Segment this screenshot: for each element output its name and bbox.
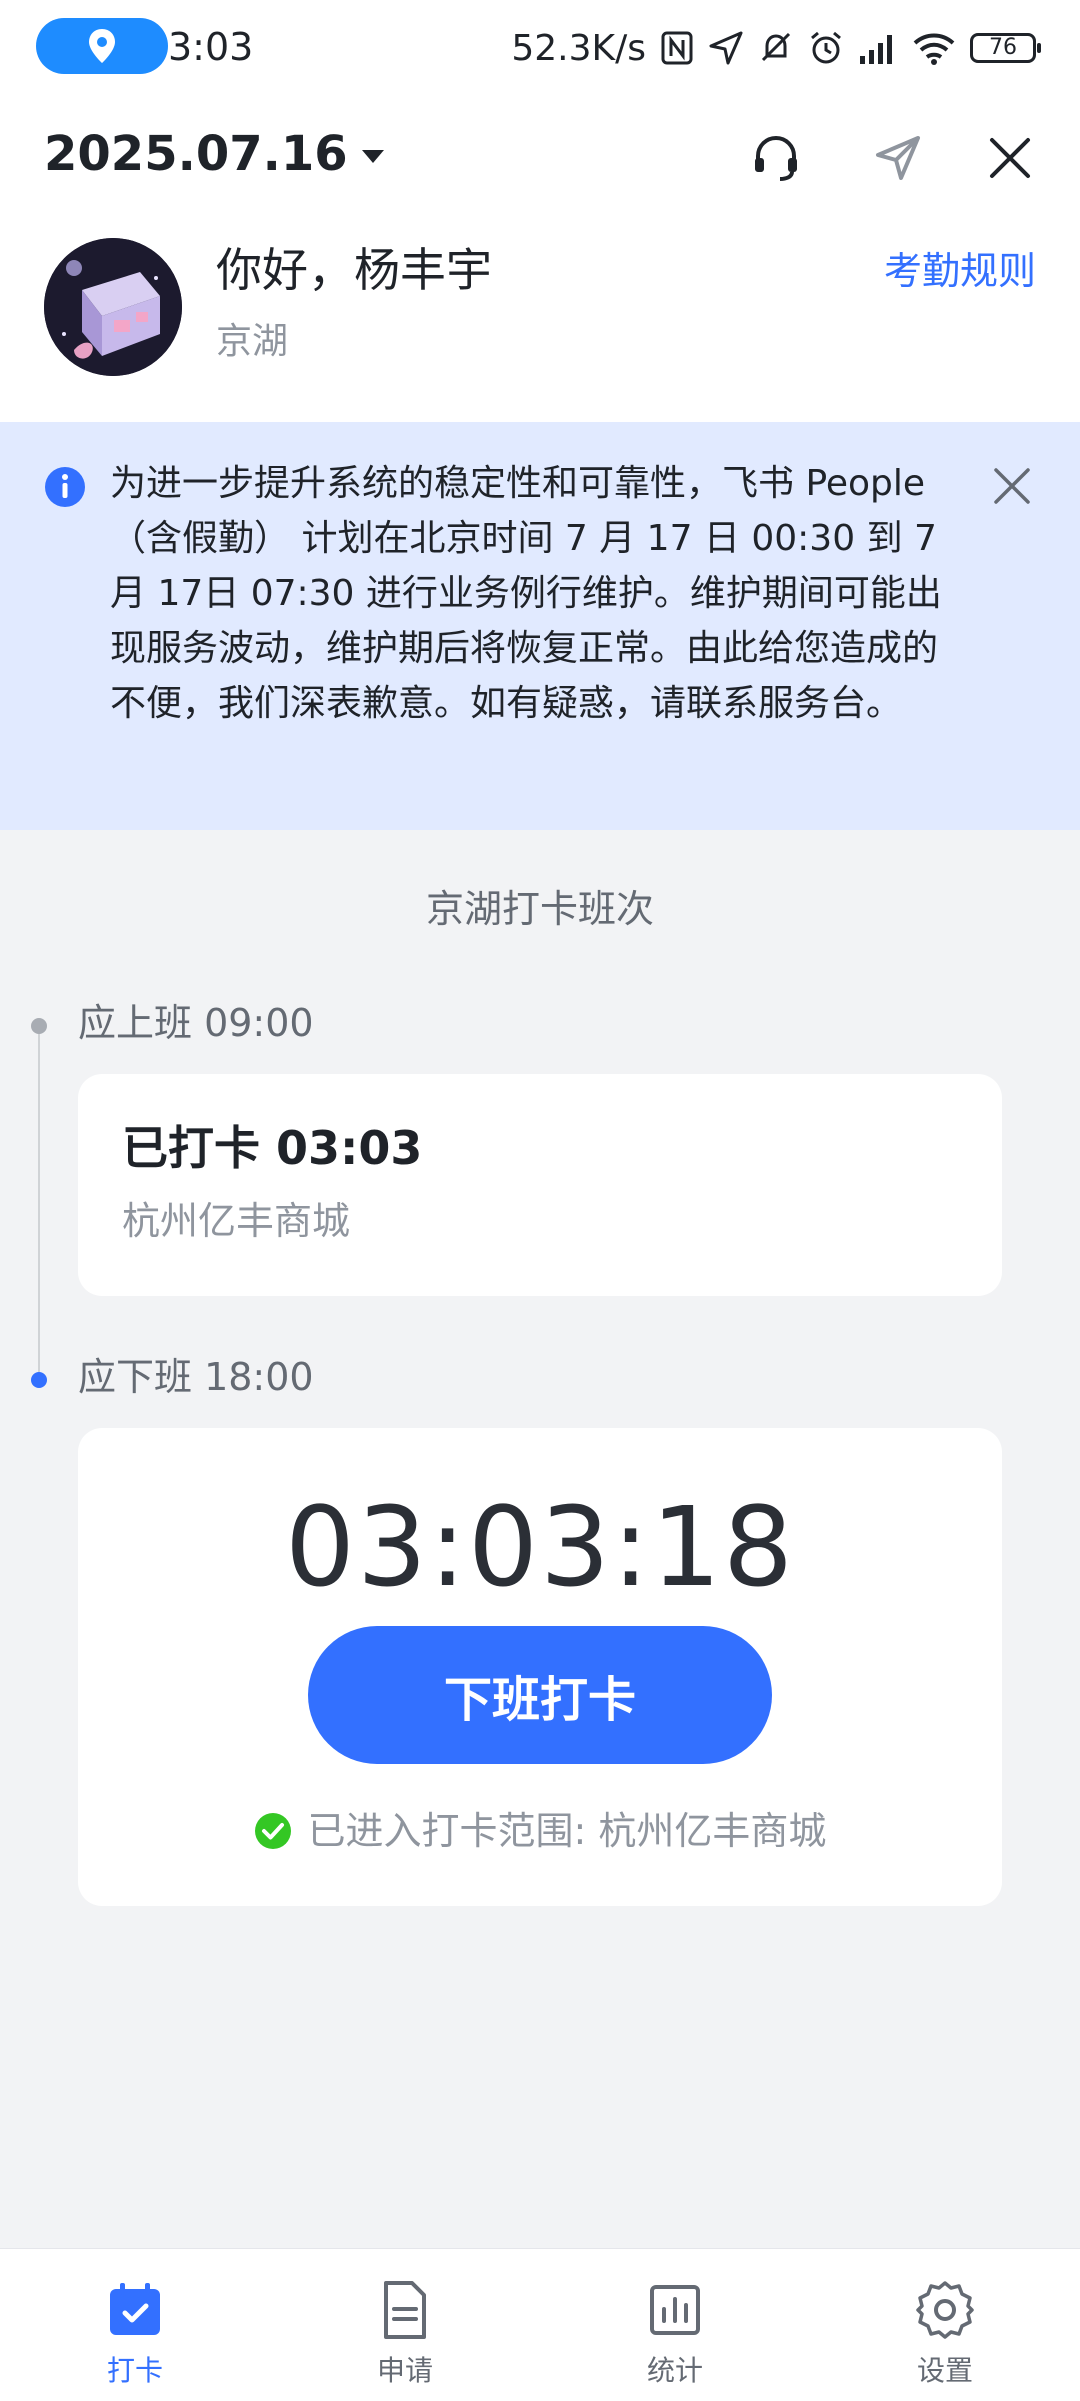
- tab-apply-label: 申请: [376, 2354, 433, 2387]
- date-label: 2025.07.16: [44, 126, 348, 182]
- status-time: 3:03: [168, 25, 254, 69]
- maintenance-notice: 为进一步提升系统的稳定性和可靠性，飞书 People（含假勤） 计划在北京时间 …: [0, 422, 1080, 830]
- info-icon: [45, 467, 85, 507]
- battery-level: 76: [989, 35, 1017, 60]
- signal-icon: [860, 35, 892, 64]
- close-button[interactable]: [978, 126, 1042, 190]
- current-time-clock: 03:03:18: [284, 1483, 796, 1611]
- check-circle-icon: [254, 1813, 291, 1849]
- organization-name: 京湖: [216, 321, 289, 362]
- tab-settings[interactable]: 设置: [810, 2249, 1080, 2401]
- off-duty-card: 03:03:18 下班打卡 已进入打卡范围: 杭州亿丰商城: [78, 1428, 1002, 1906]
- bottom-tab-bar: 打卡 申请 统计 设置: [0, 2248, 1080, 2401]
- avatar-image: [44, 238, 182, 376]
- avatar[interactable]: [44, 238, 182, 376]
- attendance-rules-link[interactable]: 考勤规则: [884, 246, 1036, 296]
- location-pin-icon: [89, 29, 115, 63]
- wifi-icon: [913, 33, 955, 65]
- tab-statistics-label: 统计: [646, 2354, 703, 2387]
- timeline-dot-on-duty: [31, 1018, 47, 1034]
- net-speed: 52.3K/s: [511, 27, 646, 69]
- clock-in-status: 已打卡 03:03: [122, 1121, 423, 1175]
- punch-range-text: 已进入打卡范围: 杭州亿丰商城: [307, 1809, 827, 1853]
- nfc-icon: [661, 31, 693, 65]
- shift-title: 京湖打卡班次: [425, 887, 654, 931]
- document-icon: [384, 2281, 426, 2339]
- status-bar: 3:03 52.3K/s 76: [0, 0, 1080, 96]
- timeline-line: [38, 1026, 40, 1378]
- gear-icon: [916, 2281, 974, 2339]
- header: 2025.07.16 你好，杨丰宇 京湖 考勤规则: [0, 96, 1080, 422]
- off-duty-label: 应下班 18:00: [78, 1355, 314, 1399]
- punch-range-status: 已进入打卡范围: 杭州亿丰商城: [78, 1806, 1002, 1856]
- on-duty-card[interactable]: 已打卡 03:03 杭州亿丰商城: [78, 1074, 1002, 1296]
- tab-punch-label: 打卡: [106, 2354, 163, 2387]
- battery-icon: 76: [970, 33, 1041, 63]
- date-selector[interactable]: 2025.07.16: [44, 124, 384, 184]
- greeting-text: 你好，杨丰宇: [216, 243, 492, 297]
- tab-apply[interactable]: 申请: [270, 2249, 540, 2401]
- mute-bell-icon: [761, 32, 791, 62]
- alarm-icon: [811, 31, 841, 64]
- share-button[interactable]: [866, 126, 930, 190]
- tab-statistics[interactable]: 统计: [540, 2249, 810, 2401]
- timeline-dot-off-duty: [31, 1372, 47, 1388]
- notice-text: 为进一步提升系统的稳定性和可靠性，飞书 People（含假勤） 计划在北京时间 …: [110, 463, 942, 724]
- location-indicator-pill[interactable]: [36, 18, 168, 74]
- clock-in-location: 杭州亿丰商城: [122, 1199, 351, 1243]
- tab-punch[interactable]: 打卡: [0, 2249, 270, 2401]
- notice-close-icon[interactable]: [988, 462, 1036, 510]
- caret-down-icon: [361, 149, 384, 163]
- send-icon: [876, 136, 920, 180]
- navigation-arrow-icon: [709, 31, 743, 65]
- calendar-check-icon: [110, 2283, 160, 2335]
- chart-icon: [650, 2285, 700, 2335]
- headset-icon: [755, 135, 797, 181]
- support-headset-button[interactable]: [744, 126, 808, 190]
- tab-settings-label: 设置: [916, 2354, 973, 2387]
- status-icons: 52.3K/s 76: [511, 18, 1041, 78]
- on-duty-label: 应上班 09:00: [78, 1001, 314, 1045]
- clock-out-button[interactable]: 下班打卡: [308, 1626, 772, 1764]
- close-icon: [990, 138, 1030, 178]
